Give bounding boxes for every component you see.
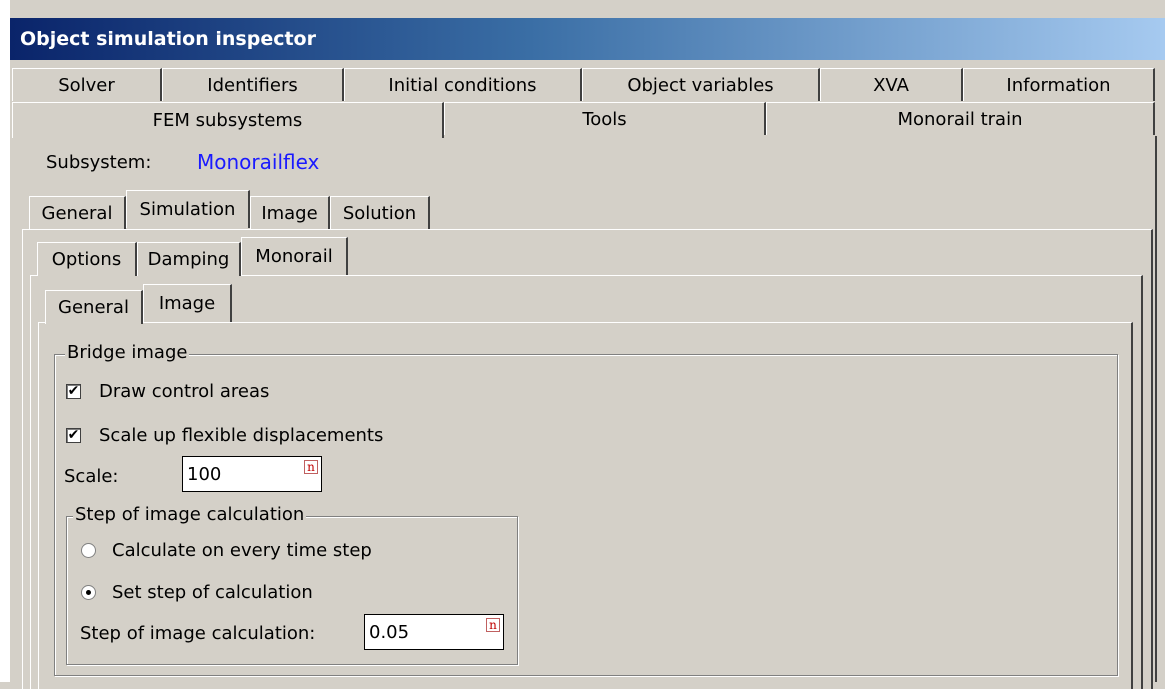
calculate-every-step-radio[interactable]	[81, 543, 96, 558]
scale-label: Scale:	[64, 466, 119, 487]
subtab-image[interactable]: Image	[250, 196, 330, 230]
subsystem-label: Subsystem:	[46, 152, 152, 173]
step-value-label: Step of image calculation:	[80, 623, 316, 644]
draw-control-areas-checkbox[interactable]: ✔	[66, 384, 81, 399]
subtab-solution[interactable]: Solution	[330, 196, 430, 230]
scale-value: 100	[187, 463, 222, 485]
subtab-general[interactable]: General	[29, 196, 126, 230]
scale-up-checkbox[interactable]: ✔	[66, 428, 81, 443]
subtab-general-2[interactable]: General	[45, 290, 143, 324]
scale-up-label: Scale up flexible displacements	[99, 425, 384, 446]
tab-identifiers[interactable]: Identifiers	[162, 68, 344, 101]
tab-row-1: Solver Identifiers Initial conditions Ob…	[12, 68, 1155, 101]
subsystem-value: Monorailflex	[197, 150, 320, 174]
numeric-field-icon[interactable]: n	[304, 460, 318, 474]
subtab-damping[interactable]: Damping	[137, 242, 241, 276]
outer-panel-edge	[1155, 136, 1157, 682]
draw-control-areas-label: Draw control areas	[99, 381, 270, 402]
window-left-edge	[0, 0, 10, 682]
numeric-field-icon[interactable]: n	[486, 618, 500, 632]
bridge-image-legend: Bridge image	[65, 342, 190, 363]
tab-object-variables[interactable]: Object variables	[582, 68, 820, 101]
window-title: Object simulation inspector	[10, 18, 1165, 60]
tab-solver[interactable]: Solver	[12, 68, 162, 101]
subtab-monorail[interactable]: Monorail	[241, 237, 348, 275]
tab-xva[interactable]: XVA	[820, 68, 963, 101]
subtab-image-2[interactable]: Image	[143, 284, 232, 322]
set-step-label: Set step of calculation	[112, 582, 313, 603]
tab-fem-subsystems[interactable]: FEM subsystems	[12, 102, 444, 138]
tab-initial-conditions[interactable]: Initial conditions	[344, 68, 582, 101]
scale-input[interactable]: 100 n	[182, 456, 322, 492]
set-step-radio[interactable]	[81, 585, 96, 600]
step-group-legend: Step of image calculation	[73, 504, 307, 525]
step-input[interactable]: 0.05 n	[364, 614, 504, 650]
calculate-every-step-label: Calculate on every time step	[112, 540, 372, 561]
step-value: 0.05	[369, 621, 410, 643]
tab-tools[interactable]: Tools	[444, 102, 766, 135]
tab-monorail-train[interactable]: Monorail train	[766, 102, 1155, 135]
tab-row-2: FEM subsystems Tools Monorail train	[12, 102, 1155, 138]
subtab-simulation[interactable]: Simulation	[126, 190, 250, 228]
tab-information[interactable]: Information	[963, 68, 1155, 101]
subtab-options[interactable]: Options	[37, 242, 137, 276]
